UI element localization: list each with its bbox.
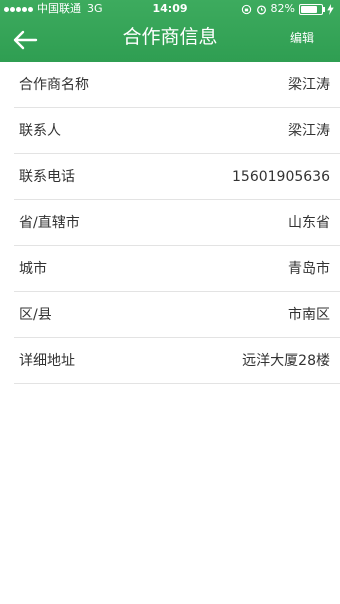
list-item-city: 城市 青岛市 xyxy=(14,246,340,292)
edit-button[interactable]: 编辑 xyxy=(290,18,314,58)
status-bar: 中国联通 3G 14:09 82% xyxy=(0,0,340,18)
list-item-contact-person: 联系人 梁江涛 xyxy=(14,108,340,154)
list-item-district: 区/县 市南区 xyxy=(14,292,340,338)
list-item-address: 详细地址 远洋大厦28楼 xyxy=(14,338,340,384)
field-value: 梁江涛 xyxy=(288,123,330,139)
field-label: 省/直辖市 xyxy=(19,215,80,231)
list-item-partner-name: 合作商名称 梁江涛 xyxy=(14,62,340,108)
rotation-lock-icon xyxy=(241,4,251,14)
partner-info-list: 合作商名称 梁江涛 联系人 梁江涛 联系电话 15601905636 省/直辖市… xyxy=(0,62,340,384)
list-item-phone: 联系电话 15601905636 xyxy=(14,154,340,200)
field-value: 山东省 xyxy=(288,215,330,231)
navigation-bar: 合作商信息 编辑 xyxy=(0,18,340,62)
status-right: 82% xyxy=(241,0,334,18)
field-label: 联系人 xyxy=(19,123,61,139)
alarm-clock-icon xyxy=(256,4,266,14)
field-label: 联系电话 xyxy=(19,169,75,185)
field-value: 梁江涛 xyxy=(288,77,330,93)
field-label: 详细地址 xyxy=(19,353,75,369)
field-label: 合作商名称 xyxy=(19,77,89,93)
field-value: 远洋大厦28楼 xyxy=(242,353,330,369)
top-bar: 中国联通 3G 14:09 82% 合作商信息 编辑 xyxy=(0,0,340,62)
field-value: 青岛市 xyxy=(288,261,330,277)
field-value: 15601905636 xyxy=(232,169,330,185)
list-item-province: 省/直辖市 山东省 xyxy=(14,200,340,246)
field-value: 市南区 xyxy=(288,307,330,323)
field-label: 区/县 xyxy=(19,307,52,323)
charging-icon xyxy=(327,3,334,15)
battery-icon xyxy=(299,3,325,15)
battery-percent: 82% xyxy=(270,2,295,15)
field-label: 城市 xyxy=(19,261,47,277)
